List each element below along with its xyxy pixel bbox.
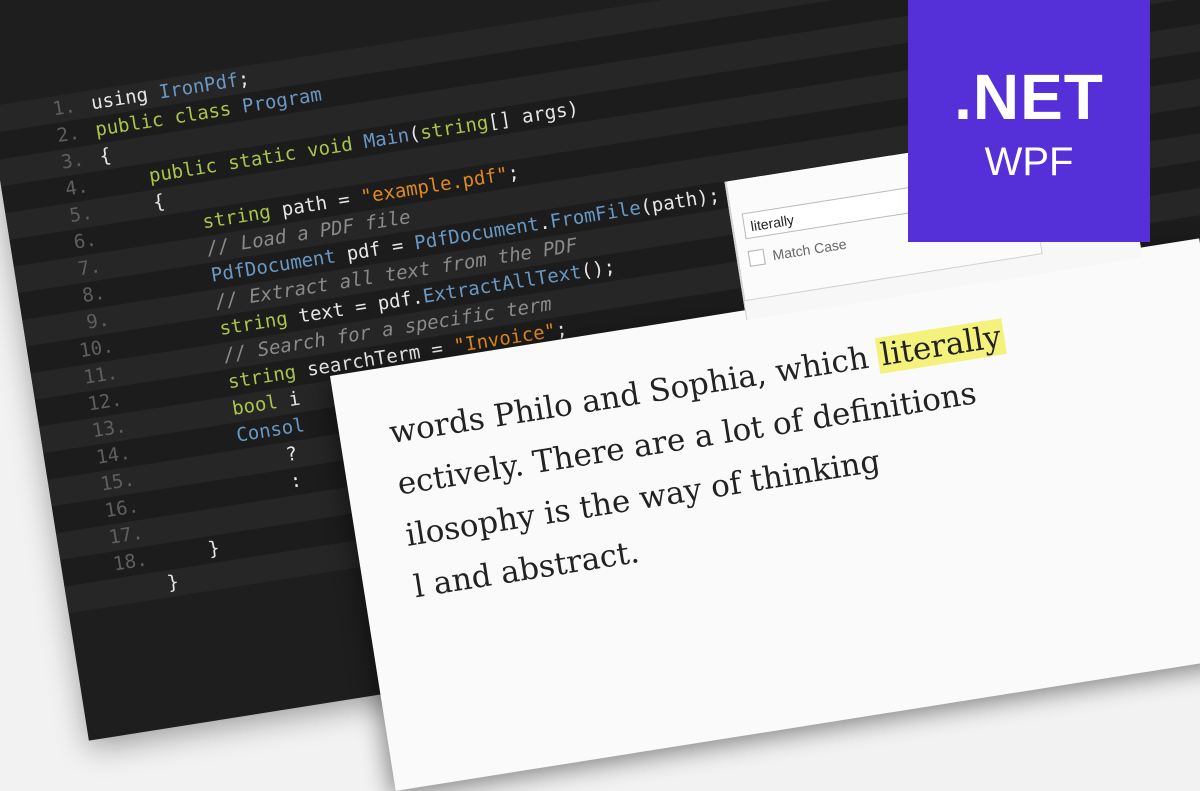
code-text: } [165, 569, 181, 597]
code-token: i [287, 387, 302, 412]
match-case-label: Match Case [771, 235, 848, 264]
badge-title: .NET [954, 61, 1104, 133]
code-token: } [165, 570, 181, 595]
code-token: ; [236, 67, 252, 92]
document-text: words Philo and Sophia, which literally e… [386, 310, 1033, 613]
platform-badge: .NET WPF [908, 0, 1150, 242]
code-text: { [98, 142, 114, 170]
code-token: ; [506, 161, 521, 185]
match-case-checkbox[interactable] [747, 248, 766, 267]
code-token: (); [579, 255, 617, 283]
code-token: Main [362, 124, 411, 154]
match-case-option[interactable]: Match Case [747, 235, 848, 267]
badge-subtitle: WPF [984, 140, 1074, 184]
code-token: { [97, 144, 113, 168]
